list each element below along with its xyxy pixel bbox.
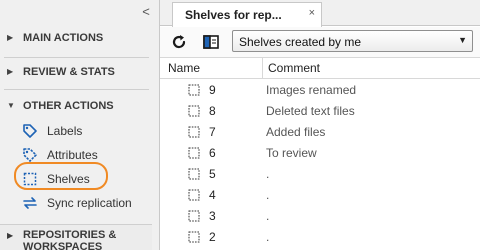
section-header-main-actions[interactable]: ▶ MAIN ACTIONS [0,25,159,51]
label-tag-icon [23,124,37,138]
section-header-repositories[interactable]: ▶ REPOSITORIES & WORKSPACES [0,224,152,250]
shelve-icon [23,172,37,186]
sidebar-item-label: Attributes [47,148,98,162]
dropdown-value: Shelves created by me [239,35,362,49]
details-panel-icon[interactable] [202,33,220,51]
sidebar-item-label: Sync replication [47,196,132,210]
table-row[interactable]: 2 . [160,226,480,247]
shelve-comment: . [266,188,270,202]
shelve-icon [188,231,200,243]
tab-strip: Shelves for rep... × [160,0,480,27]
tab-shelves[interactable]: Shelves for rep... × [172,2,322,27]
table-row[interactable]: 9 Images renamed [160,79,480,100]
shelve-id: 7 [209,125,216,139]
sidebar-item-labels[interactable]: Labels [0,119,159,143]
section-header-other-actions[interactable]: ▼ OTHER ACTIONS [0,93,159,119]
shelve-comment: To review [266,146,317,160]
tab-title: Shelves for rep... [185,8,282,22]
sidebar-item-shelves[interactable]: Shelves [0,167,159,191]
shelves-table: Name Comment 9 Images renamed 8 Deleted … [160,57,480,247]
shelve-icon [188,168,200,180]
shelve-icon [188,105,200,117]
toolbar: Shelves created by me ▼ [160,27,480,57]
sync-icon [23,197,37,209]
table-row[interactable]: 5 . [160,163,480,184]
shelve-id: 4 [209,188,216,202]
expand-triangle-icon: ▶ [7,33,14,42]
table-row[interactable]: 3 . [160,205,480,226]
chevron-down-icon: ▼ [458,35,467,45]
main-panel: Shelves for rep... × Shelves created by … [160,0,480,250]
table-row[interactable]: 4 . [160,184,480,205]
shelve-id: 8 [209,104,216,118]
section-header-review-stats[interactable]: ▶ REVIEW & STATS [0,59,159,85]
attribute-tag-icon [23,148,37,162]
column-separator[interactable] [262,58,263,79]
section-title: MAIN ACTIONS [23,32,104,44]
divider [4,57,149,58]
table-row[interactable]: 7 Added files [160,121,480,142]
shelve-comment: Added files [266,125,326,139]
sidebar: < ▶ MAIN ACTIONS ▶ REVIEW & STATS ▼ OTHE… [0,0,160,250]
shelve-icon [188,84,200,96]
shelve-icon [188,210,200,222]
shelve-icon [188,126,200,138]
column-header-name[interactable]: Name [168,61,200,75]
shelve-id: 5 [209,167,216,181]
section-title: OTHER ACTIONS [23,100,114,112]
sidebar-item-sync-replication[interactable]: Sync replication [0,191,159,215]
collapse-triangle-icon: ▼ [7,101,15,110]
divider [4,89,149,90]
sidebar-item-label: Labels [47,124,83,138]
shelve-icon [188,147,200,159]
shelve-icon [188,189,200,201]
column-header-comment[interactable]: Comment [268,61,320,75]
collapse-sidebar-button[interactable]: < [139,4,153,20]
expand-triangle-icon: ▶ [7,231,14,240]
sidebar-item-attributes[interactable]: Attributes [0,143,159,167]
table-row[interactable]: 6 To review [160,142,480,163]
expand-triangle-icon: ▶ [7,67,14,76]
section-title: REVIEW & STATS [23,66,115,78]
section-other-actions: ▼ OTHER ACTIONS Labels Attributes Shelve… [0,93,159,215]
shelve-comment: . [266,230,270,244]
shelve-comment: Images renamed [266,83,357,97]
section-main-actions[interactable]: ▶ MAIN ACTIONS [0,25,159,51]
shelves-filter-dropdown[interactable]: Shelves created by me ▼ [232,30,473,52]
section-review-stats[interactable]: ▶ REVIEW & STATS [0,59,159,85]
shelve-id: 3 [209,209,216,223]
shelve-id: 9 [209,83,216,97]
shelve-id: 2 [209,230,216,244]
shelve-id: 6 [209,146,216,160]
refresh-icon[interactable] [170,33,188,51]
shelve-comment: . [266,167,270,181]
table-row[interactable]: 8 Deleted text files [160,100,480,121]
close-icon[interactable]: × [309,7,315,19]
shelve-comment: Deleted text files [266,104,355,118]
section-title: REPOSITORIES & WORKSPACES [23,229,117,250]
shelve-comment: . [266,209,270,223]
sidebar-item-label: Shelves [47,172,90,186]
table-header: Name Comment [160,57,480,79]
